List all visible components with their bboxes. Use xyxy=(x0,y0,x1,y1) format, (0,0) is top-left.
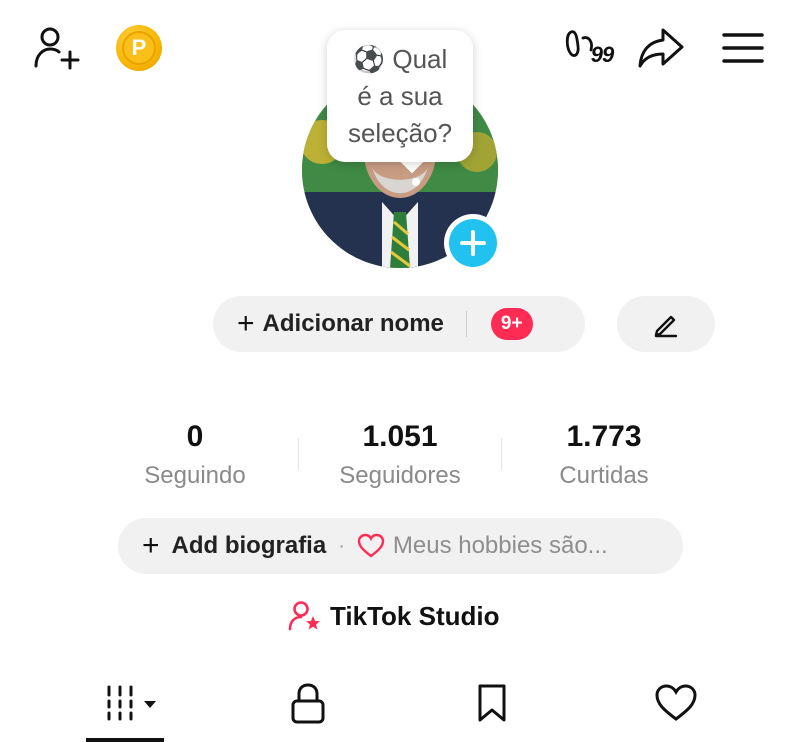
coin-letter: P xyxy=(122,31,156,65)
add-name-button[interactable]: + Adicionar nome 9+ xyxy=(213,296,585,352)
coins-button[interactable]: P xyxy=(115,24,163,72)
stat-likes[interactable]: 1.773 Curtidas xyxy=(514,420,694,490)
tab-private[interactable] xyxy=(284,680,332,726)
add-bio-button[interactable]: + Add biografia · Meus hobbies são... xyxy=(118,518,683,574)
bubble-line-1: ⚽ Qual xyxy=(352,43,448,74)
stat-following[interactable]: 0 Seguindo xyxy=(105,420,285,490)
add-name-label: Adicionar nome xyxy=(262,310,444,337)
steps-count: 99 xyxy=(590,42,615,67)
bubble-dot xyxy=(412,178,420,186)
tiktok-studio-label: TikTok Studio xyxy=(330,600,500,631)
heart-icon xyxy=(655,684,697,721)
notification-badge: 9+ xyxy=(490,308,533,340)
add-story-button[interactable] xyxy=(444,214,502,272)
add-friend-button[interactable] xyxy=(32,24,82,72)
bookmark-icon xyxy=(478,684,506,722)
tab-liked[interactable] xyxy=(652,680,700,726)
tab-videos[interactable] xyxy=(96,680,166,726)
coin-icon: P xyxy=(116,25,162,71)
bio-hint: Meus hobbies são... xyxy=(392,532,608,559)
following-label: Seguindo xyxy=(144,462,246,489)
heart-outline-icon xyxy=(357,533,385,558)
grid-icon xyxy=(107,685,156,721)
followers-label: Seguidores xyxy=(339,462,461,489)
hamburger-menu-icon xyxy=(722,33,764,63)
add-bio-label: Add biografia xyxy=(171,532,327,559)
followers-count: 1.051 xyxy=(362,420,438,453)
soccer-ball-icon: ⚽ xyxy=(352,43,386,74)
bubble-line-3: seleção? xyxy=(347,117,453,148)
stats-divider xyxy=(501,438,502,470)
following-count: 0 xyxy=(186,420,204,453)
lock-icon xyxy=(291,683,325,724)
plus-icon: + xyxy=(142,529,160,562)
separator-dot: · xyxy=(338,534,345,557)
tab-saved[interactable] xyxy=(470,680,514,726)
stat-followers[interactable]: 1.051 Seguidores xyxy=(310,420,490,490)
likes-count: 1.773 xyxy=(566,420,642,453)
tiktok-studio-link[interactable]: TikTok Studio xyxy=(288,600,499,632)
stats-divider xyxy=(298,438,299,470)
plus-icon: + xyxy=(237,307,255,340)
steps-button[interactable]: 99 xyxy=(558,26,620,70)
active-tab-indicator xyxy=(86,738,164,742)
edit-profile-button[interactable] xyxy=(617,296,715,352)
divider xyxy=(465,311,467,337)
likes-label: Curtidas xyxy=(559,462,649,489)
creator-star-icon xyxy=(288,601,320,631)
bubble-line-2: é a sua xyxy=(357,80,443,111)
menu-button[interactable] xyxy=(720,28,766,68)
status-bubble[interactable]: ⚽ Qual é a sua seleção? xyxy=(327,30,473,162)
plus-icon xyxy=(460,230,486,256)
pencil-icon xyxy=(654,315,678,338)
share-arrow-icon xyxy=(638,28,684,68)
person-add-icon xyxy=(34,27,80,70)
share-button[interactable] xyxy=(636,24,686,72)
